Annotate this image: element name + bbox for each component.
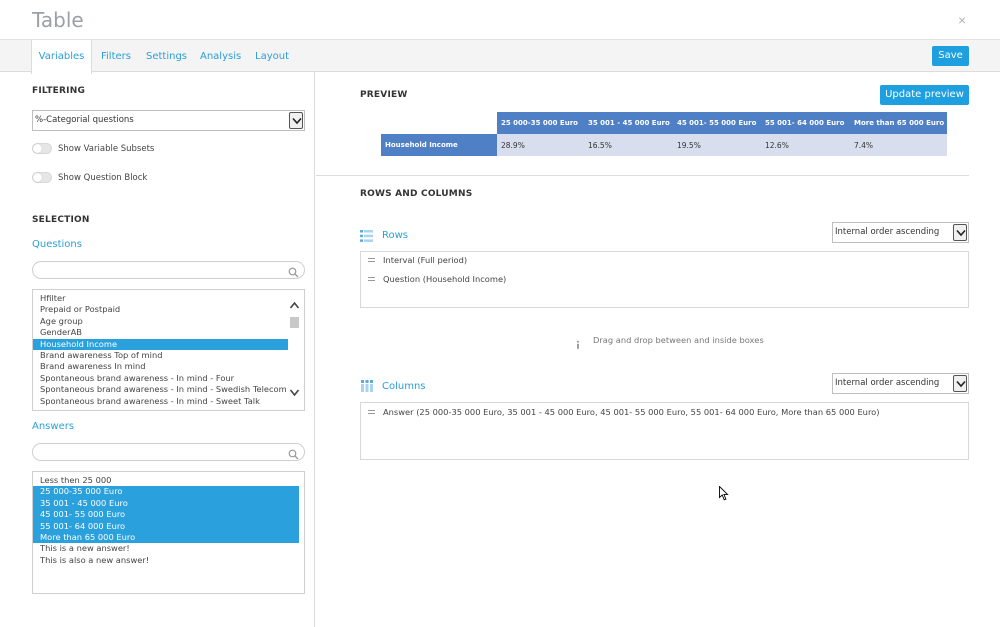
preview-cell: 12.6%: [761, 134, 850, 156]
list-icon: [360, 229, 373, 247]
preview-cell: 28.9%: [497, 134, 584, 156]
drag-handle-icon[interactable]: [368, 277, 375, 281]
question-item[interactable]: Spontaneous brand awareness - In mind - …: [33, 396, 288, 407]
columns-sort-value: Internal order ascending: [835, 378, 940, 388]
preview-cell: 19.5%: [673, 134, 761, 156]
rows-heading: Rows: [382, 230, 409, 241]
answer-item[interactable]: This is a new answer!: [33, 543, 299, 554]
answers-list[interactable]: Less then 25 000 25 000-35 000 Euro 35 001…: [32, 471, 305, 594]
save-button[interactable]: Save: [932, 46, 969, 66]
rows-item[interactable]: Interval (Full period): [383, 255, 467, 265]
preview-col-header: 25 000-35 000 Euro: [497, 112, 584, 134]
toggle-variable-subsets[interactable]: [32, 143, 52, 154]
filter-select[interactable]: %-Categorial questions: [32, 110, 305, 131]
preview-heading: PREVIEW: [360, 90, 408, 100]
answer-item[interactable]: More than 65 000 Euro: [33, 531, 299, 544]
tab-settings[interactable]: Settings: [146, 40, 187, 73]
info-icon: [576, 336, 580, 354]
question-item[interactable]: GenderAB: [33, 327, 288, 338]
questions-heading: Questions: [32, 239, 82, 250]
mouse-cursor-icon: [719, 485, 729, 506]
tab-filters[interactable]: Filters: [101, 40, 131, 73]
question-item[interactable]: Hfilter: [33, 293, 288, 304]
drag-hint: Drag and drop between and inside boxes: [593, 335, 764, 345]
rows-sort-value: Internal order ascending: [835, 227, 940, 237]
answer-item[interactable]: 45 001- 55 000 Euro: [33, 509, 299, 521]
questions-list[interactable]: Hfilter Prepaid or Postpaid Age group Gende…: [32, 289, 305, 411]
answers-search-input[interactable]: [32, 443, 305, 461]
question-item[interactable]: Brand awareness In mind: [33, 361, 288, 372]
drag-handle-icon[interactable]: [368, 258, 375, 262]
tab-layout[interactable]: Layout: [255, 40, 289, 73]
preview-table: 25 000-35 000 Euro 35 001 - 45 000 Euro …: [381, 112, 947, 156]
columns-icon: [361, 379, 373, 397]
preview-col-header: 35 001 - 45 000 Euro: [584, 112, 673, 134]
question-item[interactable]: Prepaid or Postpaid: [33, 304, 288, 315]
answer-item[interactable]: Less then 25 000: [33, 475, 299, 486]
rows-item[interactable]: Question (Household Income): [383, 274, 506, 284]
drag-handle-icon[interactable]: [368, 410, 375, 414]
question-item[interactable]: Age group: [33, 316, 288, 327]
dialog-title: Table: [32, 8, 84, 32]
search-icon: [288, 265, 299, 283]
columns-heading: Columns: [382, 381, 426, 392]
answer-item[interactable]: 25 000-35 000 Euro: [33, 486, 299, 498]
filtering-heading: FILTERING: [32, 86, 86, 96]
columns-sort-select[interactable]: Internal order ascending: [832, 373, 969, 394]
question-item[interactable]: Spontaneous brand awareness - In mind - …: [33, 373, 288, 384]
question-item[interactable]: Brand awareness Top of mind: [33, 350, 288, 361]
rows-columns-heading: ROWS AND COLUMNS: [360, 189, 473, 199]
questions-scrollbar[interactable]: [289, 300, 300, 405]
chevron-down-icon: [289, 112, 303, 129]
search-icon: [288, 447, 299, 465]
rows-sort-select[interactable]: Internal order ascending: [832, 222, 969, 243]
answers-heading: Answers: [32, 421, 75, 432]
preview-col-header: More than 65 000 Euro: [850, 112, 947, 134]
tab-variables[interactable]: Variables: [31, 40, 92, 74]
toggle-question-block[interactable]: [32, 172, 52, 183]
preview-cell: 16.5%: [584, 134, 673, 156]
question-item[interactable]: Household Income: [33, 338, 288, 350]
answer-item[interactable]: This is also a new answer!: [33, 555, 299, 566]
tab-bar: Variables Filters Settings Analysis Layo…: [0, 39, 1000, 74]
answer-item[interactable]: 35 001 - 45 000 Euro: [33, 497, 299, 510]
preview-col-header: 45 001- 55 000 Euro: [673, 112, 761, 134]
preview-col-header: 55 001- 64 000 Euro: [761, 112, 850, 134]
answer-item[interactable]: 55 001- 64 000 Euro: [33, 520, 299, 532]
preview-row-header: Household Income: [381, 134, 497, 156]
tab-analysis[interactable]: Analysis: [200, 40, 241, 73]
filter-select-value: %-Categorial questions: [35, 115, 134, 125]
section-divider: [316, 175, 969, 176]
columns-item[interactable]: Answer (25 000-35 000 Euro, 35 001 - 45 …: [383, 407, 879, 417]
selection-heading: SELECTION: [32, 215, 90, 225]
preview-table-row: Household Income 28.9% 16.5% 19.5% 12.6%…: [381, 134, 947, 156]
questions-search-input[interactable]: [32, 261, 305, 279]
chevron-down-icon: [953, 224, 967, 241]
update-preview-button[interactable]: Update preview: [880, 85, 969, 105]
question-item[interactable]: Spontaneous brand awareness - In mind - …: [33, 384, 288, 395]
close-icon[interactable]: ×: [958, 12, 966, 28]
toggle-variable-subsets-label: Show Variable Subsets: [58, 144, 155, 154]
preview-cell: 7.4%: [850, 134, 947, 156]
chevron-down-icon: [953, 375, 967, 392]
toggle-question-block-label: Show Question Block: [58, 173, 148, 183]
